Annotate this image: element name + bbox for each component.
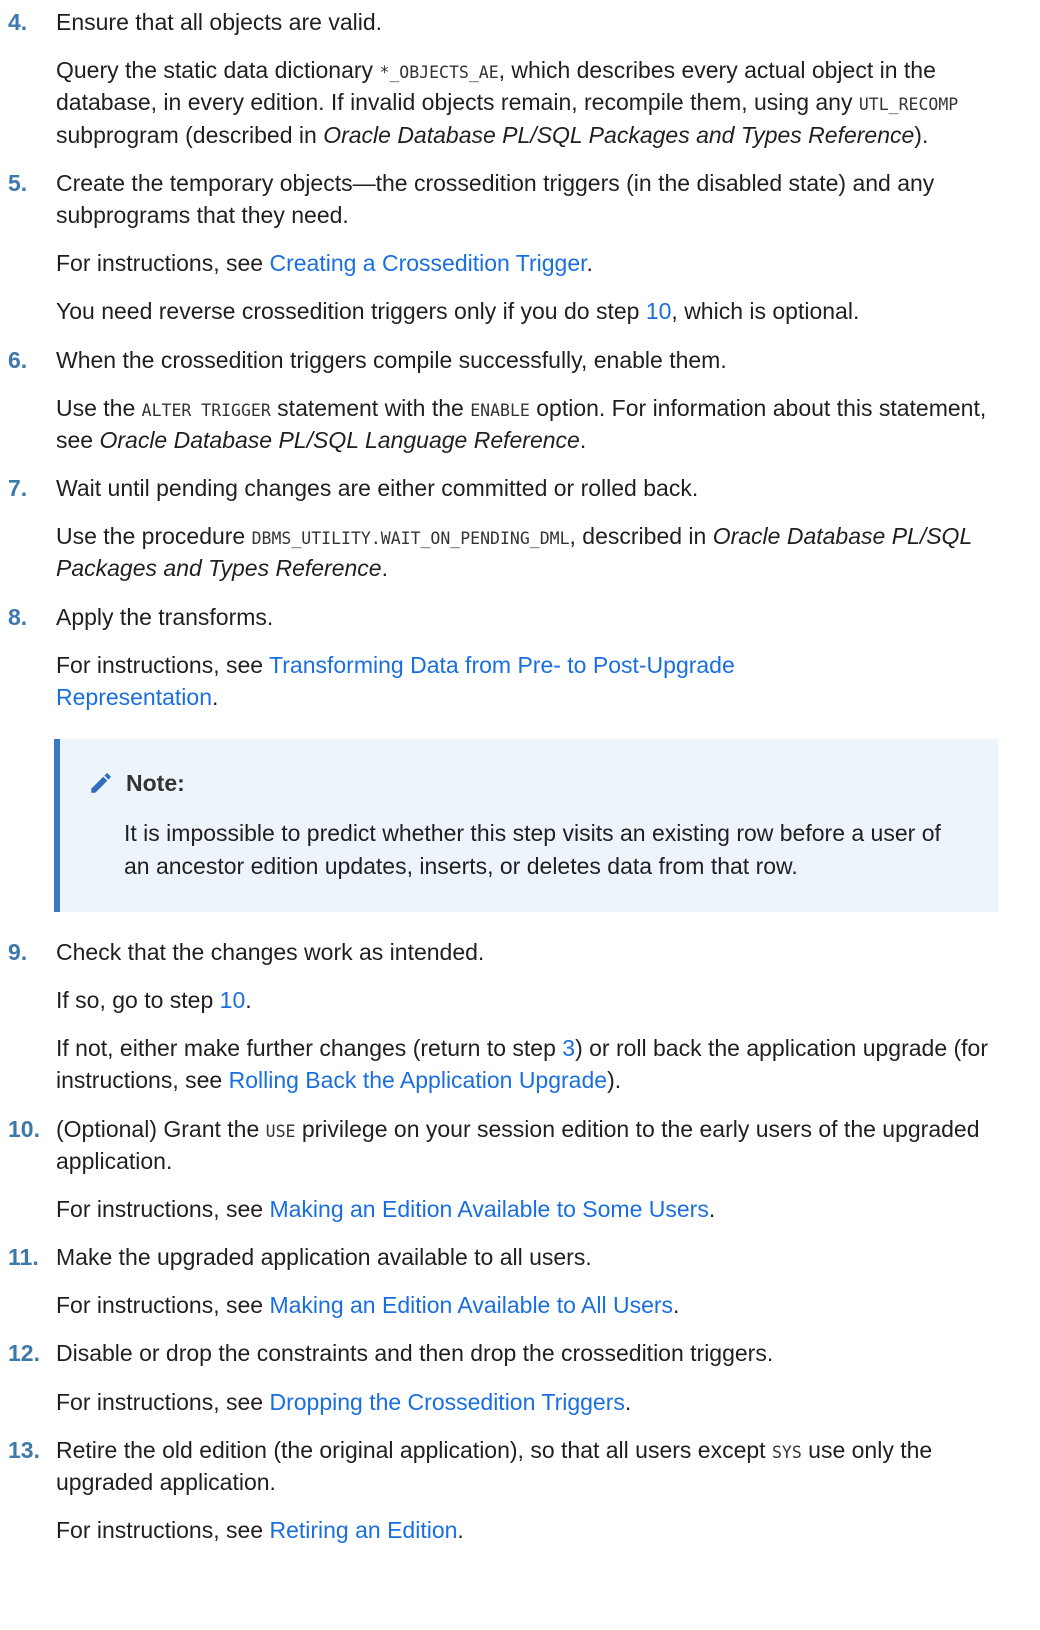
text-segment: ). [914,121,929,148]
book-title: Oracle Database PL/SQL Packages and Type… [323,121,915,148]
step-paragraph: Use the ALTER TRIGGER statement with the… [56,392,1000,456]
link-creating-crossedition-trigger[interactable]: Creating a Crossedition Trigger [269,250,586,276]
step-number: 7. [8,475,28,502]
link-step-10[interactable]: 10 [646,298,672,324]
step-lead: Retire the old edition (the original app… [56,1434,1000,1498]
step-12: 12. Disable or drop the constraints and … [0,1337,1040,1417]
link-step-3[interactable]: 3 [562,1035,575,1061]
pencil-icon [91,773,111,794]
code-text: USE [265,1121,296,1141]
text-segment: If so, go to step [56,986,220,1013]
step-10: 10. (Optional) Grant the USE privilege o… [0,1113,1040,1226]
step-13: 13. Retire the old edition (the original… [0,1434,1040,1547]
text-segment: . [586,250,593,277]
text-segment: For instructions, see [56,1292,270,1319]
text-segment: You need reverse crossedition triggers o… [56,298,646,325]
code-text: DBMS_UTILITY.WAIT_ON_PENDING_DML [251,529,570,549]
code-text: SYS [771,1442,802,1462]
step-lead: Disable or drop the constraints and then… [56,1340,774,1367]
step-paragraph: If not, either make further changes (ret… [56,1032,1000,1096]
step-number: 13. [8,1436,40,1463]
text-segment: . [579,426,587,453]
code-text: ENABLE [470,400,530,420]
step-paragraph: Use the procedure DBMS_UTILITY.WAIT_ON_P… [56,520,1000,584]
text-segment: . [381,555,388,582]
link-edition-some-users[interactable]: Making an Edition Available to Some User… [269,1196,708,1222]
step-4: 4. Ensure that all objects are valid. Qu… [0,0,1040,151]
code-text: *_OBJECTS_AE [379,63,499,83]
text-segment: Retire the old edition (the original app… [56,1436,772,1463]
step-number: 10. [8,1115,40,1142]
step-paragraph: For instructions, see Making an Edition … [56,1289,1000,1321]
step-paragraph: You need reverse crossedition triggers o… [56,295,1000,327]
text-segment: , which is optional. [671,298,860,325]
text-segment: . [212,684,219,710]
text-segment: For instructions, see [56,1195,270,1222]
step-5: 5. Create the temporary objects—the cros… [0,167,1040,328]
step-paragraph: Query the static data dictionary *_OBJEC… [56,54,1000,151]
step-paragraph: For instructions, see Transforming Data … [56,649,1000,713]
step-lead: Wait until pending changes are either co… [56,475,699,502]
text-segment: For instructions, see [56,1517,270,1544]
step-lead: Ensure that all objects are valid. [56,9,383,35]
book-title: Oracle Database PL/SQL Language Referenc… [99,426,580,453]
text-segment: For instructions, see [56,250,270,277]
step-11: 11. Make the upgraded application availa… [0,1241,1040,1321]
step-paragraph: For instructions, see Dropping the Cross… [56,1386,1000,1418]
step-paragraph: For instructions, see Creating a Crossed… [56,247,1000,279]
text-segment: . [245,986,252,1013]
text-segment: Use the [56,394,142,421]
step-number: 5. [8,169,28,196]
step-8: 8. Apply the transforms. For instruction… [0,601,1040,912]
step-lead: When the crossedition triggers compile s… [56,346,727,373]
text-segment: Use the procedure [56,523,252,550]
step-lead: Make the upgraded application available … [56,1244,592,1271]
step-number: 8. [8,603,28,630]
text-segment: If not, either make further changes (ret… [56,1035,563,1062]
step-lead: (Optional) Grant the USE privilege on yo… [56,1113,1000,1177]
code-text: UTL_RECOMP [858,95,959,115]
step-paragraph: If so, go to step 10. [56,984,1000,1016]
note-title-text: Note: [126,770,185,797]
document-body: 4. Ensure that all objects are valid. Qu… [0,0,1040,1546]
code-text: ALTER TRIGGER [141,400,271,420]
step-6: 6. When the crossedition triggers compil… [0,344,1040,457]
step-9: 9. Check that the changes work as intend… [0,936,1040,1097]
text-segment: (Optional) Grant the [56,1115,266,1142]
step-number: 6. [8,346,28,373]
text-segment: subprogram (described in [56,121,324,148]
step-lead: Check that the changes work as intended. [56,938,485,965]
note-box: Note: It is impossible to predict whethe… [54,739,998,912]
link-retiring-edition[interactable]: Retiring an Edition [269,1517,457,1543]
link-dropping-crossedition-triggers[interactable]: Dropping the Crossedition Triggers [269,1389,624,1415]
step-7: 7. Wait until pending changes are either… [0,472,1040,585]
text-segment: ). [607,1067,622,1094]
note-body: It is impossible to predict whether this… [124,820,941,879]
note-title: Note: [88,767,958,799]
text-segment: . [624,1388,632,1415]
step-number: 4. [8,9,28,35]
link-step-10[interactable]: 10 [220,987,246,1013]
text-segment: , described in [569,523,713,550]
step-number: 9. [8,938,28,965]
step-paragraph: For instructions, see Making an Edition … [56,1193,1000,1225]
text-segment: statement with the [270,394,471,421]
text-segment: . [457,1517,464,1544]
text-segment: Query the static data dictionary [56,57,380,84]
step-lead: Create the temporary objects—the crossed… [56,169,935,228]
text-segment: For instructions, see [56,651,270,678]
step-lead: Apply the transforms. [56,603,274,630]
link-rolling-back-upgrade[interactable]: Rolling Back the Application Upgrade [229,1067,607,1093]
text-segment: . [708,1195,716,1222]
step-number: 11. [8,1244,39,1271]
link-edition-all-users[interactable]: Making an Edition Available to All Users [269,1292,673,1318]
text-segment: For instructions, see [56,1388,270,1415]
text-segment: . [673,1292,680,1319]
step-paragraph: For instructions, see Retiring an Editio… [56,1514,1000,1546]
step-number: 12. [8,1340,40,1367]
